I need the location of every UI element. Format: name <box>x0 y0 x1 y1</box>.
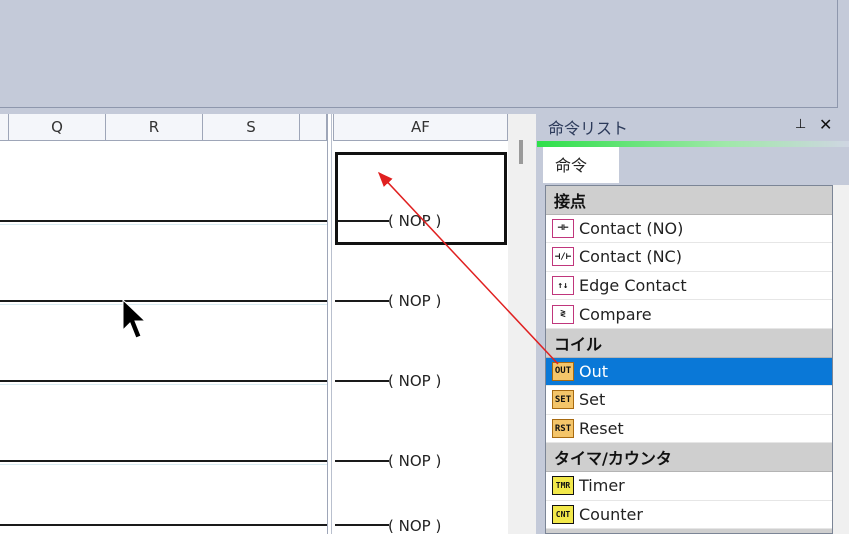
mouse-cursor-icon <box>122 298 147 339</box>
drag-arrow <box>377 171 559 365</box>
drag-overlay <box>122 171 559 365</box>
